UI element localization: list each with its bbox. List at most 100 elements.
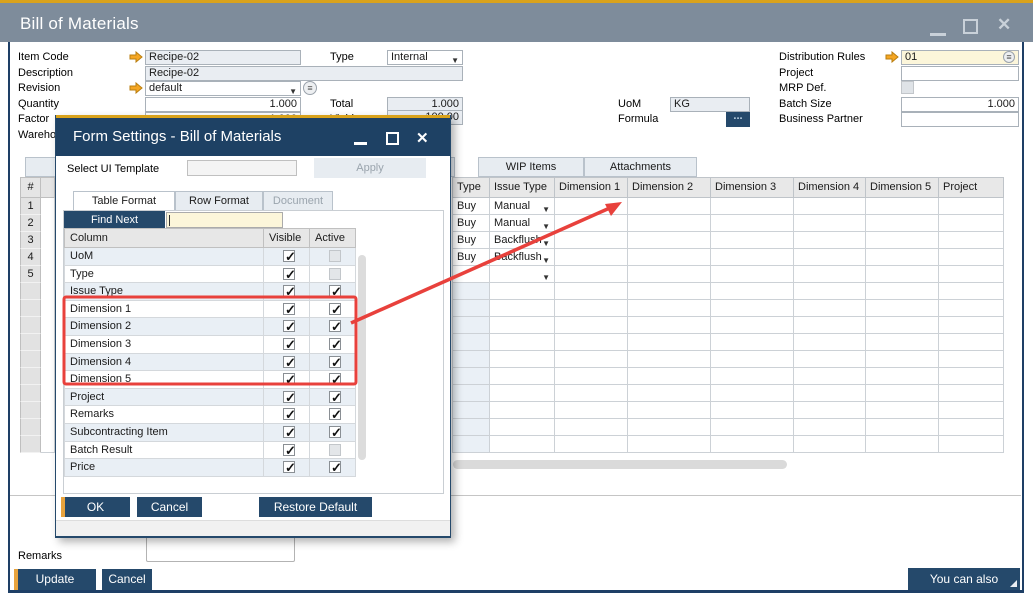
table-cell[interactable]: Backflush▼ bbox=[490, 232, 555, 249]
window-maximize-icon[interactable] bbox=[963, 19, 978, 34]
table-cell[interactable] bbox=[555, 317, 628, 334]
table-cell[interactable]: Buy bbox=[452, 232, 490, 249]
table-cell[interactable] bbox=[490, 300, 555, 317]
table-cell[interactable] bbox=[452, 300, 490, 317]
table-cell[interactable] bbox=[866, 232, 939, 249]
active-checkbox[interactable] bbox=[329, 285, 341, 297]
update-button[interactable]: Update bbox=[14, 569, 96, 590]
table-cell[interactable] bbox=[794, 283, 866, 300]
dialog-row-label[interactable]: Dimension 2 bbox=[64, 318, 264, 336]
table-cell[interactable]: Buy bbox=[452, 198, 490, 215]
table-cell[interactable] bbox=[794, 385, 866, 402]
dialog-row-label[interactable]: Subcontracting Item bbox=[64, 424, 264, 442]
visible-checkbox[interactable] bbox=[283, 408, 295, 420]
column-header-dimension-2[interactable]: Dimension 2 bbox=[628, 177, 711, 198]
table-cell[interactable] bbox=[939, 419, 1004, 436]
row-number-cell[interactable] bbox=[20, 436, 41, 453]
tab-attachments[interactable]: Attachments bbox=[584, 157, 697, 177]
column-header-dimension-4[interactable]: Dimension 4 bbox=[794, 177, 866, 198]
dialog-row-label[interactable]: Dimension 3 bbox=[64, 336, 264, 354]
table-cell[interactable] bbox=[628, 351, 711, 368]
description-field[interactable]: Recipe-02 bbox=[145, 66, 463, 81]
table-cell[interactable] bbox=[939, 334, 1004, 351]
item-code-field[interactable]: Recipe-02 bbox=[145, 50, 301, 65]
batch-size-field[interactable]: 1.000 bbox=[901, 97, 1019, 112]
visible-checkbox[interactable] bbox=[283, 320, 295, 332]
active-checkbox[interactable] bbox=[329, 320, 341, 332]
visible-checkbox[interactable] bbox=[283, 461, 295, 473]
row-number-cell[interactable] bbox=[20, 385, 41, 402]
table-cell[interactable] bbox=[866, 249, 939, 266]
dialog-vertical-scrollbar[interactable] bbox=[358, 255, 366, 460]
tab-document[interactable]: Document bbox=[263, 191, 333, 211]
table-cell[interactable] bbox=[711, 283, 794, 300]
row-number-cell[interactable]: 5 bbox=[20, 266, 41, 283]
table-cell[interactable] bbox=[711, 419, 794, 436]
table-cell[interactable] bbox=[452, 419, 490, 436]
table-cell[interactable] bbox=[452, 334, 490, 351]
table-cell[interactable] bbox=[866, 300, 939, 317]
row-number-cell[interactable] bbox=[20, 351, 41, 368]
row-number-cell[interactable]: 4 bbox=[20, 249, 41, 266]
table-cell[interactable] bbox=[866, 351, 939, 368]
visible-checkbox[interactable] bbox=[283, 373, 295, 385]
active-checkbox[interactable] bbox=[329, 338, 341, 350]
row-number-cell[interactable] bbox=[20, 317, 41, 334]
visible-checkbox[interactable] bbox=[283, 250, 295, 262]
table-cell[interactable] bbox=[939, 266, 1004, 283]
dialog-row-label[interactable]: Remarks bbox=[64, 406, 264, 424]
table-cell[interactable] bbox=[490, 385, 555, 402]
table-cell[interactable] bbox=[939, 436, 1004, 453]
dialog-row-label[interactable]: Dimension 4 bbox=[64, 354, 264, 372]
table-cell[interactable] bbox=[555, 402, 628, 419]
table-cell[interactable] bbox=[628, 215, 711, 232]
table-cell[interactable] bbox=[555, 232, 628, 249]
row-number-cell[interactable] bbox=[20, 283, 41, 300]
row-number-cell[interactable]: 2 bbox=[20, 215, 41, 232]
active-checkbox[interactable] bbox=[329, 303, 341, 315]
table-cell[interactable] bbox=[452, 317, 490, 334]
table-cell[interactable] bbox=[866, 385, 939, 402]
table-cell[interactable] bbox=[628, 402, 711, 419]
table-cell[interactable] bbox=[490, 317, 555, 334]
table-cell[interactable] bbox=[490, 368, 555, 385]
table-cell[interactable] bbox=[555, 283, 628, 300]
table-cell[interactable] bbox=[555, 266, 628, 283]
dialog-row-label[interactable]: Price bbox=[64, 459, 264, 477]
distribution-rules-field[interactable]: 01 bbox=[901, 50, 1019, 65]
table-cell[interactable] bbox=[711, 317, 794, 334]
revision-dropdown[interactable]: default▼ bbox=[145, 81, 301, 96]
row-number-cell[interactable] bbox=[20, 419, 41, 436]
table-cell[interactable] bbox=[866, 317, 939, 334]
table-cell[interactable] bbox=[939, 402, 1004, 419]
table-cell[interactable] bbox=[452, 385, 490, 402]
cancel-button[interactable]: Cancel bbox=[102, 569, 152, 590]
table-cell[interactable] bbox=[794, 436, 866, 453]
formula-ellipsis-button[interactable]: ... bbox=[726, 112, 750, 127]
dialog-minimize-icon[interactable] bbox=[354, 142, 367, 145]
table-cell[interactable] bbox=[794, 232, 866, 249]
table-cell[interactable] bbox=[452, 266, 490, 283]
tab-row-format[interactable]: Row Format bbox=[175, 191, 263, 211]
table-cell[interactable] bbox=[866, 436, 939, 453]
table-cell[interactable] bbox=[794, 419, 866, 436]
chevron-down-icon[interactable]: ▼ bbox=[542, 253, 550, 266]
table-cell[interactable] bbox=[939, 249, 1004, 266]
visible-checkbox[interactable] bbox=[283, 268, 295, 280]
visible-checkbox[interactable] bbox=[283, 303, 295, 315]
table-cell[interactable] bbox=[939, 385, 1004, 402]
table-cell[interactable] bbox=[555, 198, 628, 215]
active-checkbox[interactable] bbox=[329, 426, 341, 438]
table-cell[interactable] bbox=[555, 215, 628, 232]
table-cell[interactable] bbox=[452, 402, 490, 419]
table-cell[interactable] bbox=[794, 198, 866, 215]
table-cell[interactable] bbox=[866, 266, 939, 283]
table-cell[interactable]: Manual▼ bbox=[490, 198, 555, 215]
table-cell[interactable] bbox=[939, 215, 1004, 232]
table-cell[interactable] bbox=[866, 368, 939, 385]
table-cell[interactable] bbox=[794, 402, 866, 419]
row-number-cell[interactable] bbox=[20, 334, 41, 351]
dialog-row-label[interactable]: Project bbox=[64, 389, 264, 407]
chevron-down-icon[interactable]: ▼ bbox=[542, 270, 550, 283]
find-next-button[interactable]: Find Next bbox=[64, 211, 165, 229]
